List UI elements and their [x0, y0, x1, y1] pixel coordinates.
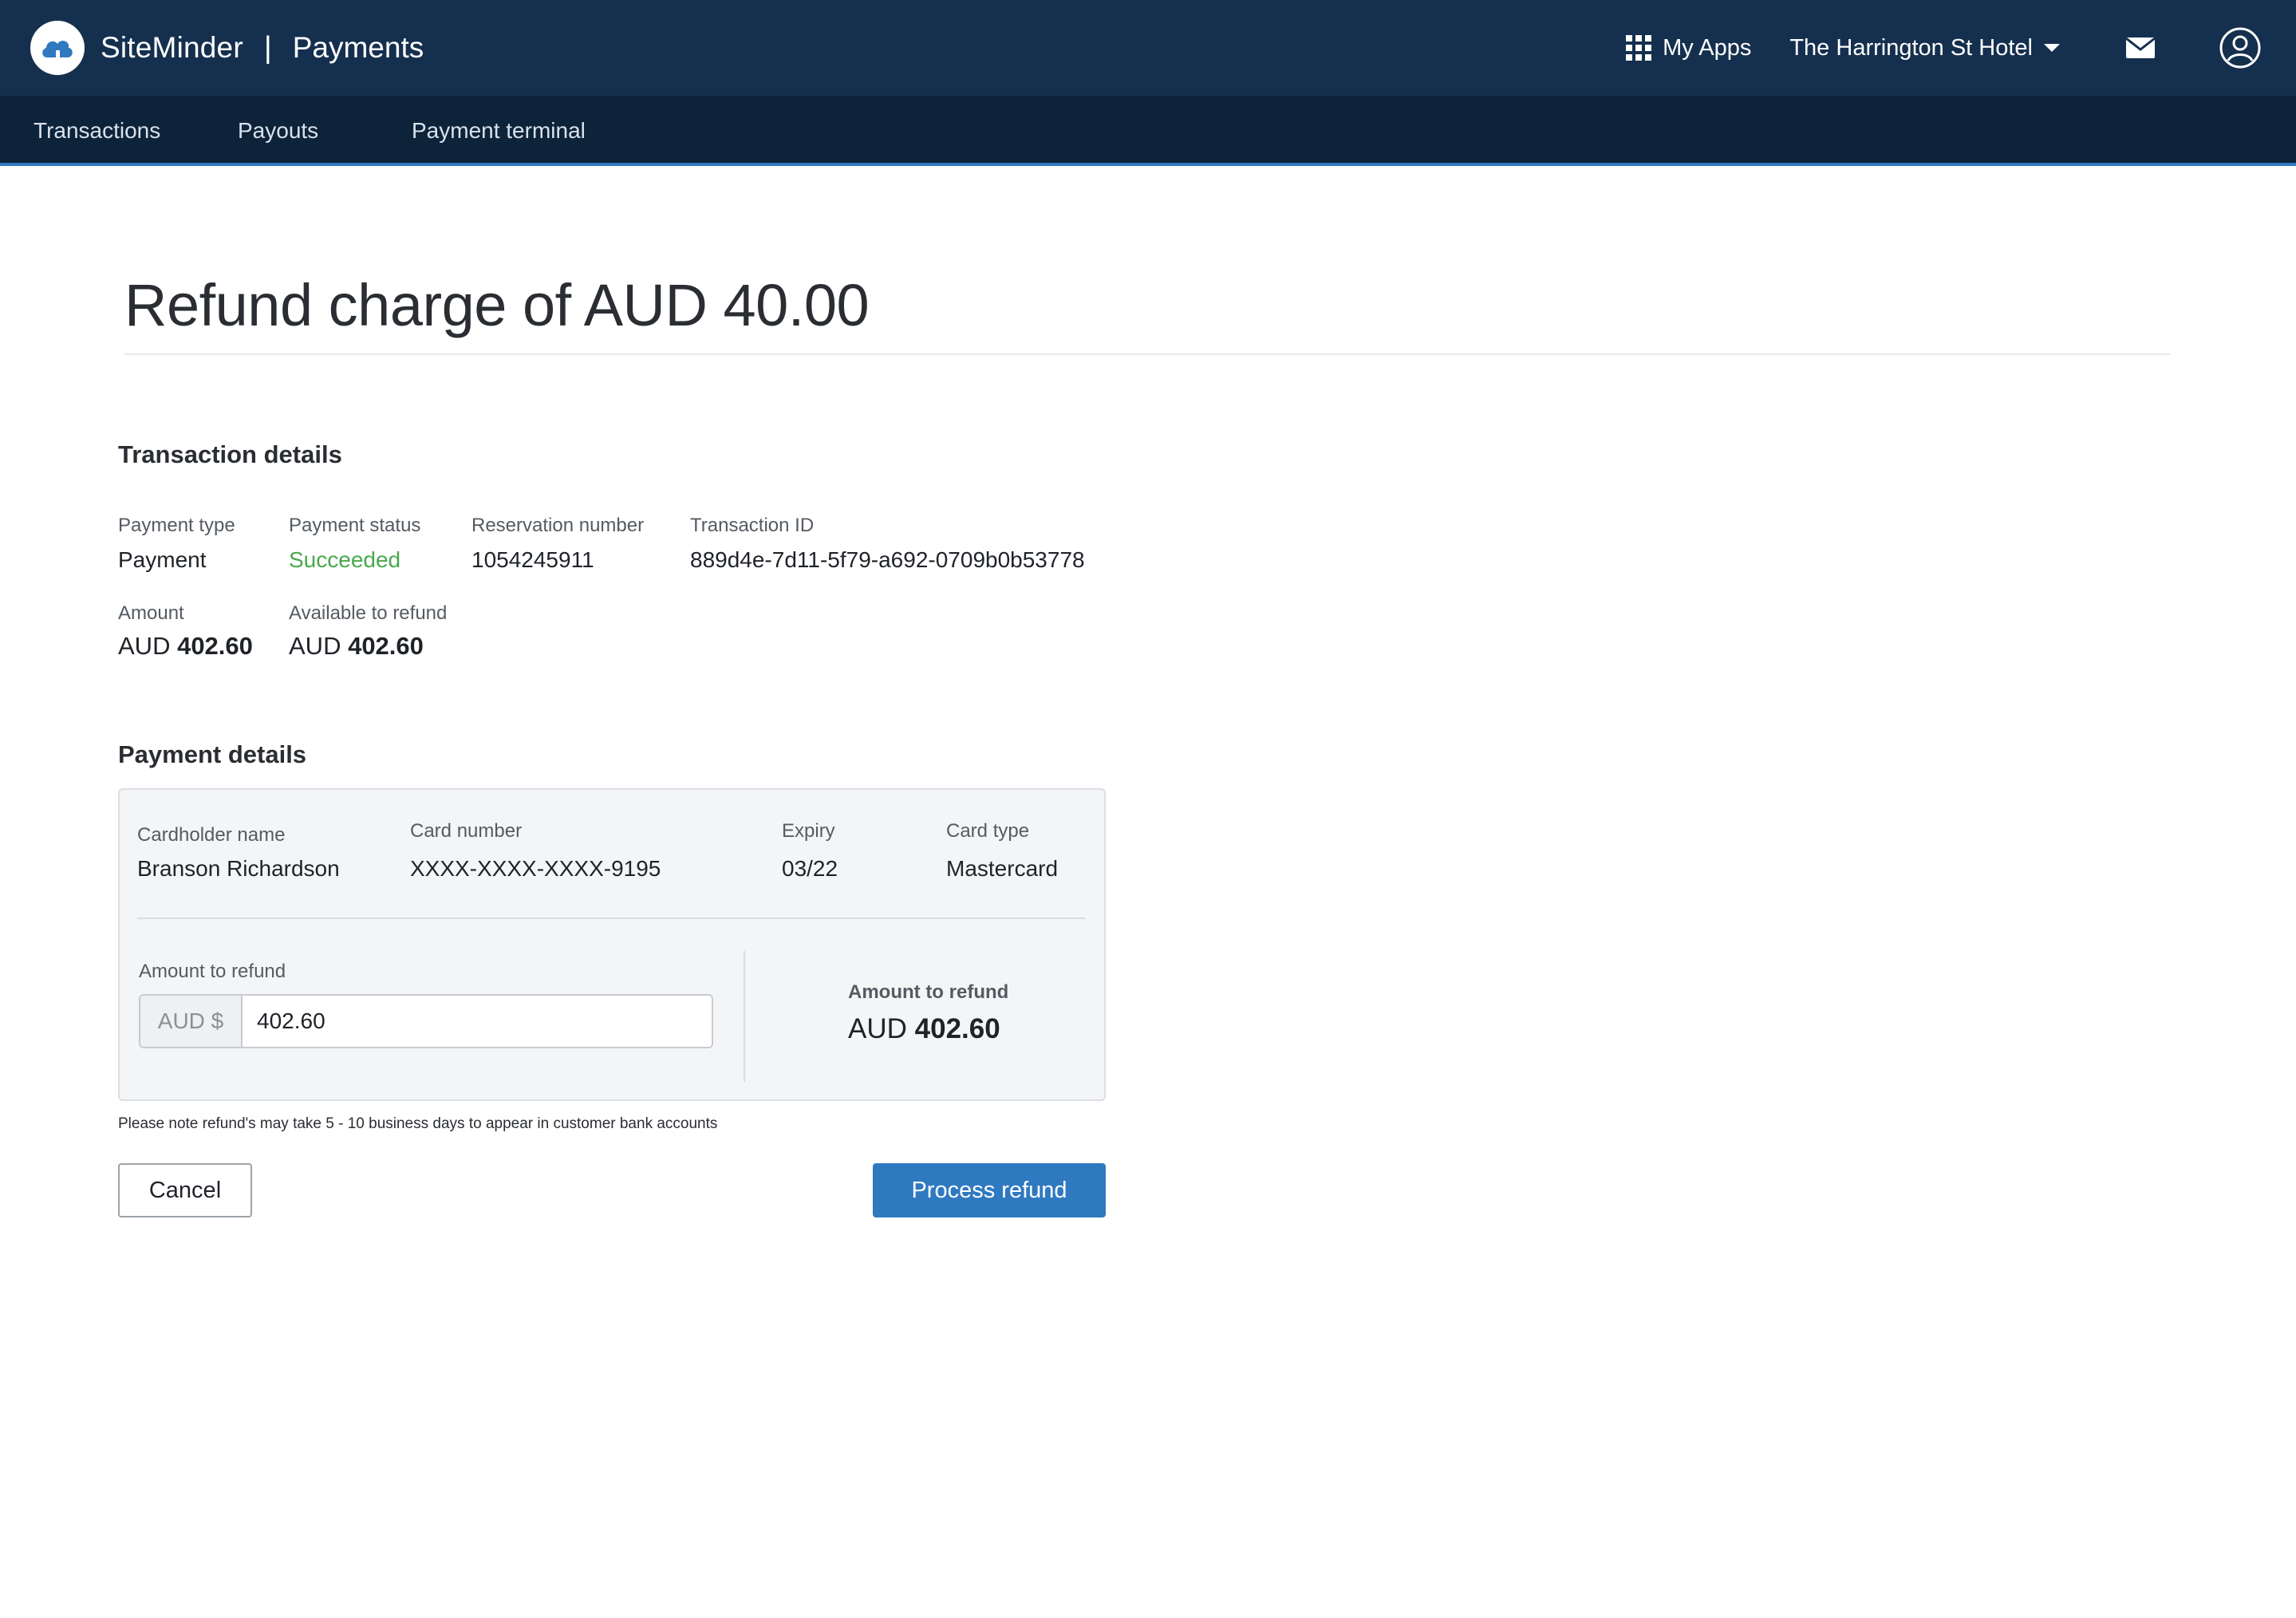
title-divider: [124, 353, 2170, 355]
expiry-label: Expiry: [782, 820, 835, 842]
card-number-value: XXXX-XXXX-XXXX-9195: [410, 856, 661, 881]
brand[interactable]: SiteMinder | Payments: [30, 21, 424, 75]
product-name: Payments: [292, 31, 424, 64]
refund-summary-currency: AUD: [848, 1013, 907, 1044]
tab-transactions[interactable]: Transactions: [34, 118, 160, 144]
process-refund-button[interactable]: Process refund: [873, 1163, 1106, 1217]
expiry-value: 03/22: [782, 856, 838, 881]
currency-prefix: AUD $: [140, 996, 243, 1047]
payment-type-value: Payment: [118, 547, 207, 572]
card-number-label: Card number: [410, 820, 523, 842]
siteminder-logo-icon: [30, 21, 85, 75]
tab-payment-terminal[interactable]: Payment terminal: [412, 118, 586, 144]
available-to-refund-label: Available to refund: [289, 602, 448, 624]
cancel-button[interactable]: Cancel: [118, 1163, 252, 1217]
my-apps-label: My Apps: [1663, 34, 1752, 61]
user-icon[interactable]: [2219, 27, 2261, 69]
mail-icon[interactable]: [2125, 37, 2156, 59]
payment-status-label: Payment status: [289, 515, 421, 536]
panel-vertical-divider: [744, 951, 745, 1082]
available-to-refund-value: AUD 402.60: [289, 632, 424, 661]
available-currency: AUD: [289, 632, 341, 660]
refund-timing-note: Please note refund's may take 5 - 10 bus…: [118, 1115, 718, 1132]
payment-type-label: Payment type: [118, 515, 235, 536]
transaction-id-value: 889d4e-7d11-5f79-a692-0709b0b53778: [690, 547, 1085, 572]
page-title: Refund charge of AUD 40.00: [124, 272, 870, 338]
refund-summary-number: 402.60: [914, 1013, 1000, 1044]
chevron-down-icon: [2044, 44, 2060, 52]
card-type-value: Mastercard: [946, 856, 1059, 881]
cardholder-value: Branson Richardson: [137, 856, 340, 881]
amount-value: AUD 402.60: [118, 632, 253, 661]
amount-label: Amount: [118, 602, 184, 624]
refund-amount-input[interactable]: [243, 996, 712, 1047]
my-apps-button[interactable]: My Apps: [1626, 35, 1751, 61]
header-actions: My Apps The Harrington St Hotel: [1626, 0, 2296, 96]
amount-number: 402.60: [177, 632, 253, 660]
payment-details-heading: Payment details: [118, 740, 307, 768]
panel-divider: [137, 918, 1085, 919]
tab-payouts[interactable]: Payouts: [238, 118, 318, 144]
top-header: SiteMinder | Payments My Apps The Harrin…: [0, 0, 2296, 96]
secondary-nav: Transactions Payouts Payment terminal: [0, 96, 2296, 166]
apps-grid-icon: [1626, 35, 1652, 61]
refund-summary-label: Amount to refund: [848, 981, 1009, 1003]
brand-name: SiteMinder: [101, 31, 243, 64]
card-type-label: Card type: [946, 820, 1030, 842]
refund-summary-value: AUD 402.60: [848, 1013, 1000, 1045]
cardholder-label: Cardholder name: [137, 824, 286, 846]
refund-amount-field: AUD $: [139, 994, 713, 1048]
payment-status-value: Succeeded: [289, 547, 401, 572]
reservation-number-value: 1054245911: [471, 547, 594, 572]
amount-currency: AUD: [118, 632, 171, 660]
refund-amount-input-label: Amount to refund: [139, 961, 286, 982]
reservation-number-label: Reservation number: [471, 515, 645, 536]
property-selector[interactable]: The Harrington St Hotel: [1789, 35, 2060, 61]
transaction-details-heading: Transaction details: [118, 440, 342, 468]
available-number: 402.60: [348, 632, 424, 660]
brand-separator: |: [263, 30, 272, 65]
property-name: The Harrington St Hotel: [1789, 34, 2033, 61]
transaction-id-label: Transaction ID: [690, 515, 815, 536]
